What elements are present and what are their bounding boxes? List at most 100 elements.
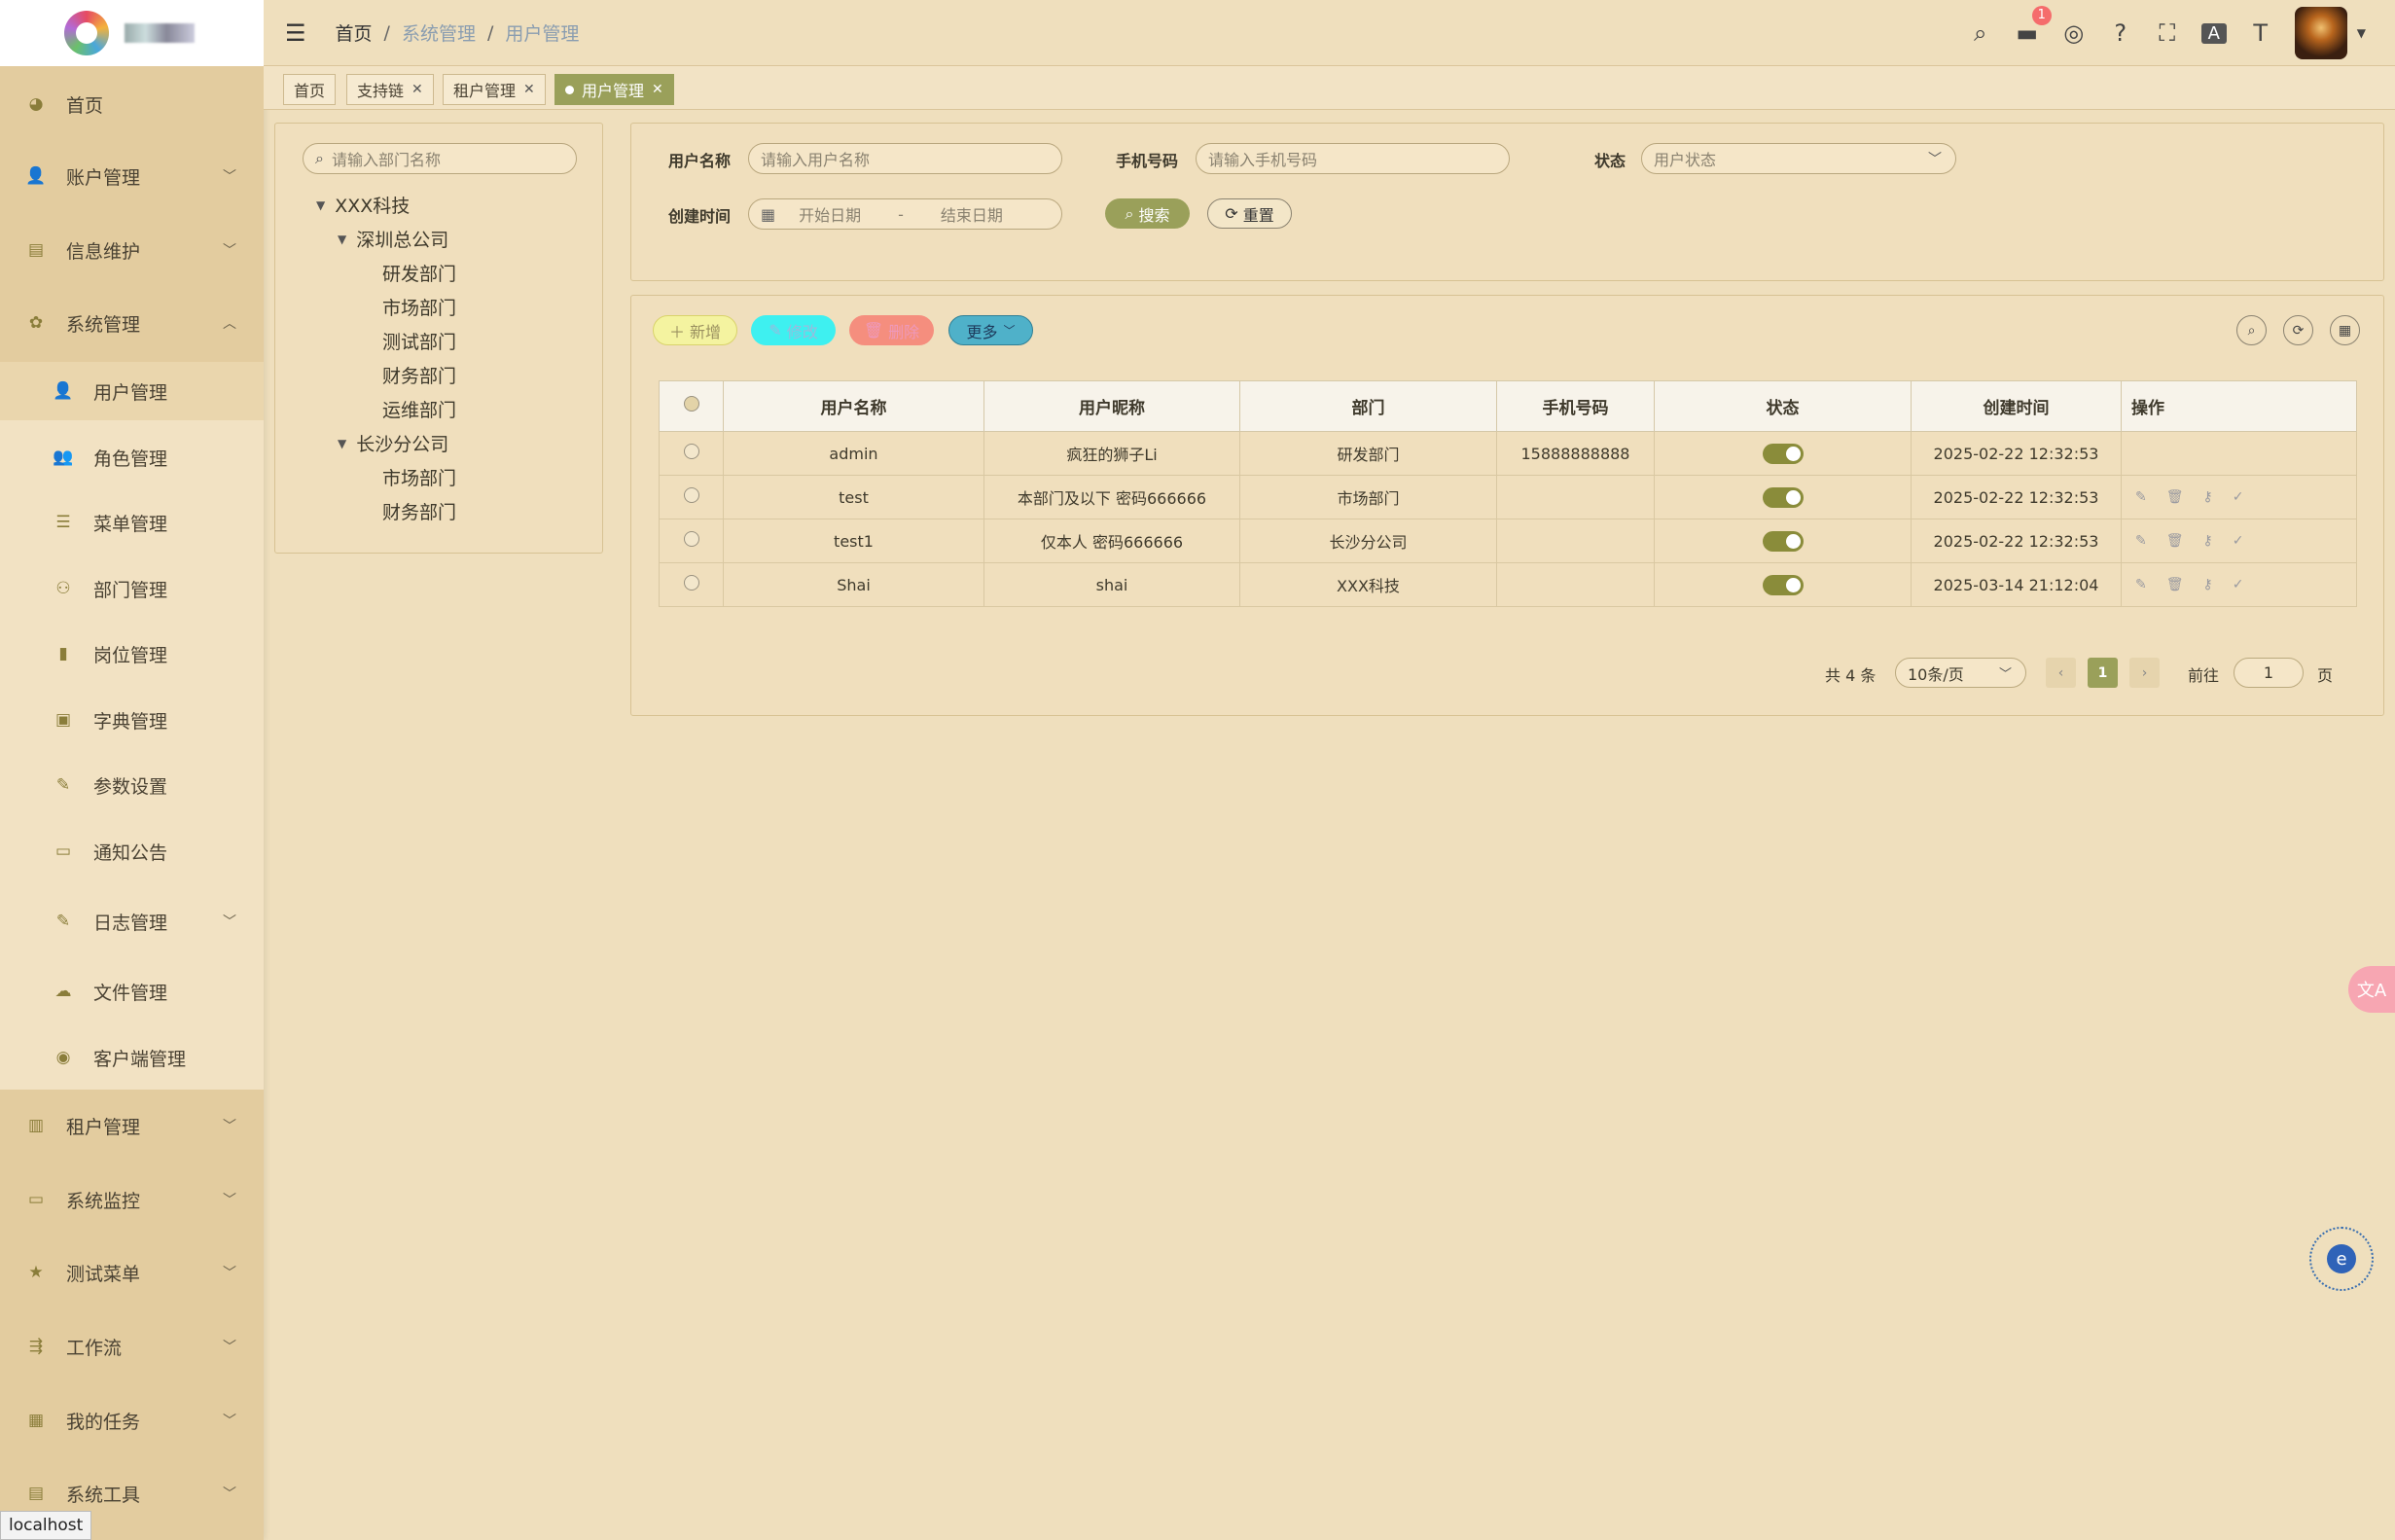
table-row[interactable]: admin 疯狂的狮子Li 研发部门 15888888888 2025-02-2… [659, 431, 2357, 476]
sidebar-item-notice[interactable]: ▭ 通知公告 [0, 822, 264, 880]
help-float-button[interactable]: e [2309, 1227, 2374, 1291]
sidebar-item-system[interactable]: ✿ 系统管理 ︿ [0, 301, 264, 345]
trash-icon[interactable]: 🗑 [2166, 489, 2184, 505]
tag-support[interactable]: 支持链 ✕ [346, 74, 434, 105]
sidebar-item-file-mgmt[interactable]: ☁ 文件管理 [0, 962, 264, 1021]
fullscreen-icon[interactable]: ⛶ [2155, 19, 2180, 47]
github-icon[interactable]: ◎ [2061, 19, 2087, 47]
sidebar-item-tenant[interactable]: ▥ 租户管理 ﹀ [0, 1103, 264, 1148]
sidebar-item-monitor[interactable]: ▭ 系统监控 ﹀ [0, 1177, 264, 1222]
tree-node-leaf[interactable]: 市场部门 [382, 464, 456, 490]
sidebar-item-home[interactable]: ◕ 首页 [0, 82, 264, 126]
page-size-select[interactable]: 10条/页 ﹀ [1895, 658, 2026, 688]
logo[interactable] [64, 11, 109, 55]
more-button[interactable]: 更多 ﹀ [948, 315, 1033, 345]
breadcrumb-system[interactable]: 系统管理 [402, 19, 476, 46]
search-icon[interactable]: ⌕ [1968, 19, 1993, 47]
tree-node-leaf[interactable]: 财务部门 [382, 362, 456, 388]
sidebar-item-sys-tools[interactable]: ▤ 系统工具 ﹀ [0, 1471, 264, 1516]
prev-page-button[interactable]: ‹ [2046, 658, 2076, 688]
username-input[interactable]: 请输入用户名称 [748, 143, 1062, 174]
check-circle-icon[interactable]: ✓ [2233, 533, 2244, 549]
sidebar-item-user-mgmt[interactable]: 👤 用户管理 [0, 362, 264, 420]
reset-button[interactable]: ⟳ 重置 [1207, 198, 1292, 229]
close-icon[interactable]: ✕ [652, 82, 663, 97]
edit-icon[interactable]: ✎ [2135, 489, 2147, 505]
sidebar-item-info[interactable]: ▤ 信息维护 ﹀ [0, 228, 264, 272]
tag-home[interactable]: 首页 [283, 74, 337, 105]
table-row[interactable]: test 本部门及以下 密码666666 市场部门 2025-02-22 12:… [659, 475, 2357, 519]
sidebar-item-my-tasks[interactable]: ▦ 我的任务 ﹀ [0, 1398, 264, 1443]
key-icon[interactable]: ⚷ [2203, 533, 2213, 549]
sidebar-item-client-mgmt[interactable]: ◉ 客户端管理 [0, 1028, 264, 1087]
close-icon[interactable]: ✕ [411, 82, 423, 97]
tag-tenant[interactable]: 租户管理 ✕ [443, 74, 546, 105]
row-select-cell[interactable] [659, 519, 724, 563]
row-select-cell[interactable] [659, 431, 724, 476]
status-switch[interactable] [1762, 530, 1804, 552]
breadcrumb-home[interactable]: 首页 [336, 19, 373, 46]
status-select[interactable]: 用户状态 ﹀ [1641, 143, 1956, 174]
sidebar-item-workflow[interactable]: ⇶ 工作流 ﹀ [0, 1324, 264, 1369]
edit-button[interactable]: ✎ 修改 [751, 315, 836, 345]
sidebar-item-dept-mgmt[interactable]: ⚇ 部门管理 [0, 559, 264, 618]
collapse-menu-icon[interactable]: ☰ [285, 19, 306, 47]
dept-search-input[interactable]: ⌕ 请输入部门名称 [303, 143, 577, 174]
tree-node-leaf[interactable]: 运维部门 [382, 396, 456, 422]
page-number-current[interactable]: 1 [2088, 658, 2118, 688]
check-circle-icon[interactable]: ✓ [2233, 489, 2244, 505]
status-switch[interactable] [1762, 486, 1804, 508]
columns-icon[interactable]: ▦ [2330, 315, 2360, 345]
sidebar-item-account[interactable]: 👤 账户管理 ﹀ [0, 154, 264, 198]
row-radio[interactable] [683, 575, 699, 591]
status-switch[interactable] [1762, 574, 1804, 595]
delete-button[interactable]: 🗑 删除 [849, 315, 934, 345]
select-all-radio[interactable] [683, 396, 699, 412]
avatar[interactable] [2294, 7, 2347, 59]
row-radio[interactable] [683, 487, 699, 503]
caret-down-icon[interactable]: ▼ [2357, 26, 2366, 40]
row-select-cell[interactable] [659, 562, 724, 607]
sidebar-item-test-menu[interactable]: ★ 测试菜单 ﹀ [0, 1250, 264, 1295]
trash-icon[interactable]: 🗑 [2166, 533, 2184, 549]
language-icon[interactable]: A [2200, 22, 2227, 44]
close-icon[interactable]: ✕ [523, 82, 535, 97]
check-circle-icon[interactable]: ✓ [2233, 577, 2244, 592]
row-radio[interactable] [683, 531, 699, 547]
edit-icon[interactable]: ✎ [2135, 577, 2147, 592]
sidebar-item-role-mgmt[interactable]: 👥 角色管理 [0, 428, 264, 486]
phone-input[interactable]: 请输入手机号码 [1196, 143, 1510, 174]
sidebar-item-dict-mgmt[interactable]: ▣ 字典管理 [0, 691, 264, 749]
sidebar-item-params[interactable]: ✎ 参数设置 [0, 756, 264, 814]
help-icon[interactable]: ? [2108, 19, 2133, 47]
select-all-cell[interactable] [659, 380, 724, 432]
sidebar-item-post-mgmt[interactable]: ▮ 岗位管理 [0, 625, 264, 683]
key-icon[interactable]: ⚷ [2203, 489, 2213, 505]
sidebar-item-log-mgmt[interactable]: ✎ 日志管理 ﹀ [0, 892, 264, 950]
goto-page-input[interactable]: 1 [2234, 658, 2304, 688]
toggle-search-icon[interactable]: ⌕ [2236, 315, 2267, 345]
row-select-cell[interactable] [659, 475, 724, 519]
tree-node-root[interactable]: ▼ XXX科技 [316, 192, 410, 218]
translate-float-button[interactable]: 文A [2348, 966, 2395, 1013]
trash-icon[interactable]: 🗑 [2166, 577, 2184, 592]
date-range-picker[interactable]: ▦ 开始日期 - 结束日期 [748, 198, 1062, 230]
tree-node-branch2[interactable]: ▼ 长沙分公司 [338, 430, 448, 456]
search-button[interactable]: ⌕ 搜索 [1105, 198, 1190, 229]
tree-node-leaf[interactable]: 研发部门 [382, 260, 456, 286]
table-row[interactable]: test1 仅本人 密码666666 长沙分公司 2025-02-22 12:3… [659, 519, 2357, 563]
sidebar-item-menu-mgmt[interactable]: ☰ 菜单管理 [0, 493, 264, 552]
row-radio[interactable] [683, 444, 699, 459]
status-switch[interactable] [1762, 443, 1804, 464]
refresh-icon[interactable]: ⟳ [2283, 315, 2313, 345]
tree-node-leaf[interactable]: 财务部门 [382, 498, 456, 524]
tree-node-leaf[interactable]: 市场部门 [382, 294, 456, 320]
add-button[interactable]: ＋ 新增 [653, 315, 737, 345]
edit-icon[interactable]: ✎ [2135, 533, 2147, 549]
message-icon[interactable]: ▬ 1 [2015, 6, 2052, 47]
font-size-icon[interactable]: T [2248, 19, 2273, 47]
next-page-button[interactable]: › [2129, 658, 2160, 688]
tree-node-branch1[interactable]: ▼ 深圳总公司 [338, 226, 448, 252]
tag-user-mgmt[interactable]: 用户管理 ✕ [554, 74, 674, 105]
table-row[interactable]: Shai shai XXX科技 2025-03-14 21:12:04 ✎ 🗑 ⚷ ✓ [659, 562, 2357, 607]
